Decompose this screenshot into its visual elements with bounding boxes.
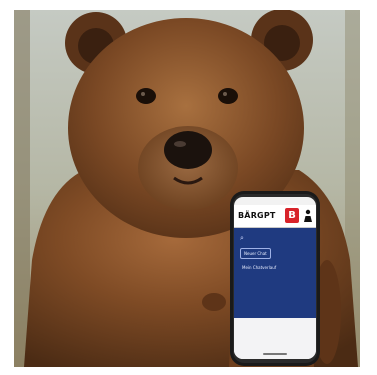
nose-highlight [174, 141, 186, 147]
left-eye-highlight [141, 92, 145, 96]
app-badge: B [285, 208, 299, 223]
home-indicator[interactable] [263, 353, 287, 355]
search-icon[interactable]: ⌕ [240, 234, 248, 242]
chat-history-label: Mein Chatverlauf [242, 265, 277, 270]
app-body: ⌕ Neuer Chat Mein Chatverlauf [234, 228, 316, 318]
bear-nose [164, 131, 212, 169]
new-chat-button[interactable]: Neuer Chat [240, 248, 271, 259]
image-frame: BÄRGPT B ⌕ Neuer Chat Mein Chatverlauf [0, 0, 377, 375]
app-footer [234, 318, 316, 359]
bear-thumb [202, 293, 226, 311]
app-logo: BÄRGPT [238, 211, 276, 220]
right-eye [218, 88, 238, 104]
app-header: BÄRGPT B [234, 205, 316, 228]
left-tree-trunk [14, 10, 30, 367]
phone-screen[interactable]: BÄRGPT B ⌕ Neuer Chat Mein Chatverlauf [234, 197, 316, 359]
person-icon[interactable] [303, 209, 313, 223]
left-eye [136, 88, 156, 104]
right-eye-highlight [223, 92, 227, 96]
smartphone: BÄRGPT B ⌕ Neuer Chat Mein Chatverlauf [229, 190, 321, 367]
